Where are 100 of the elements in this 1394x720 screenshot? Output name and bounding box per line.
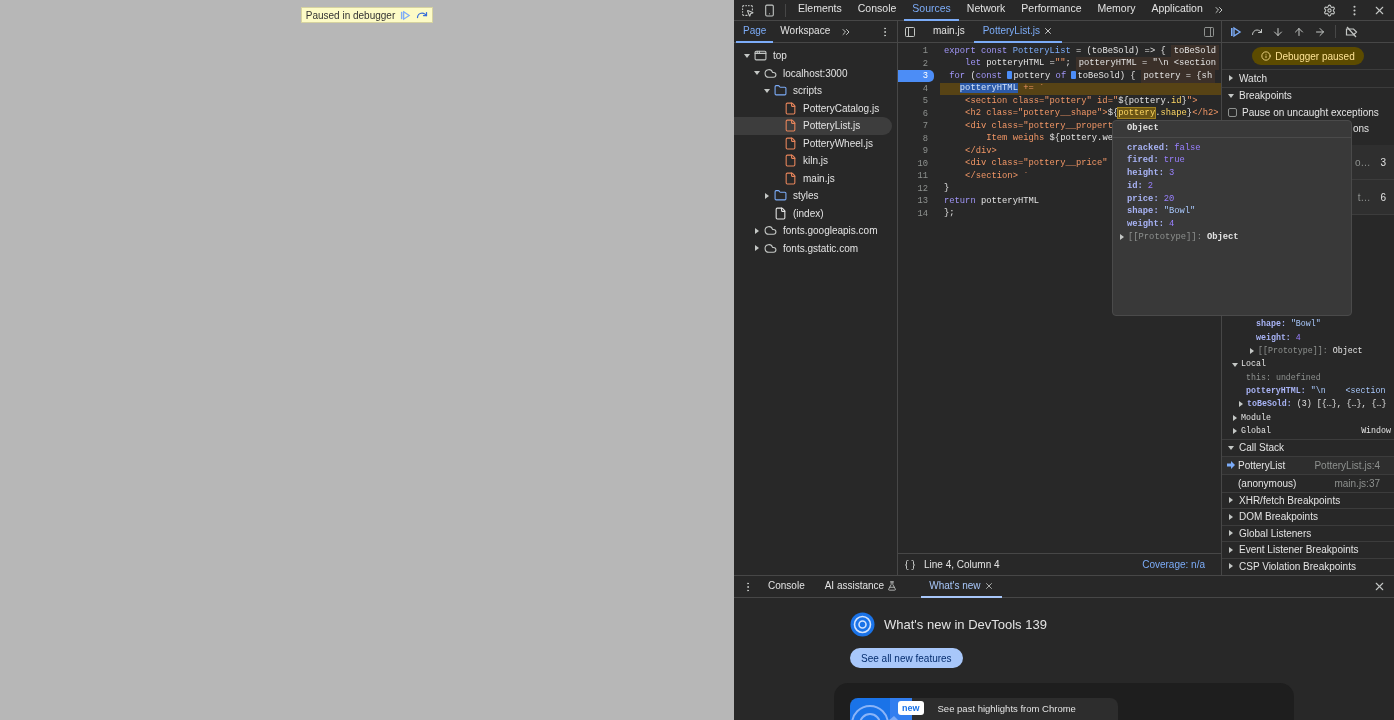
close-tab-icon[interactable] (1042, 25, 1053, 36)
section-header[interactable]: XHR/fetch Breakpoints (1222, 491, 1394, 509)
step-out-icon[interactable] (1293, 25, 1305, 38)
info-icon (1261, 51, 1272, 61)
panel-tab[interactable]: Elements (790, 0, 850, 21)
scope-header[interactable]: Local (1222, 357, 1394, 372)
section-header[interactable]: Global Listeners (1222, 524, 1394, 542)
line-number[interactable]: 1 (898, 45, 934, 58)
disclosure-triangle-icon[interactable] (1232, 428, 1238, 434)
disclosure-triangle-icon[interactable] (764, 192, 770, 199)
section-header[interactable]: Watch (1222, 69, 1394, 87)
checkbox[interactable] (1228, 108, 1237, 117)
tree-item[interactable]: scripts (734, 82, 892, 100)
inspect-icon[interactable] (741, 3, 754, 17)
disclosure-triangle-icon[interactable] (1228, 92, 1234, 99)
breakpoint-line: 3 (1380, 155, 1386, 170)
code-text: <h2 class="pottery__shape">${pottery.shape}</h2> (964, 107, 1219, 121)
line-number[interactable]: 4 (898, 82, 934, 95)
navigator-tab[interactable]: Workspace (773, 20, 838, 43)
scope-variable: potteryHTML: "\n <section (1246, 384, 1386, 397)
scope-header[interactable]: Module (1222, 411, 1394, 425)
scope-header[interactable]: Global Window (1222, 424, 1394, 438)
disclosure-triangle-icon[interactable] (754, 227, 760, 234)
step-icon[interactable] (1314, 25, 1326, 38)
line-number[interactable]: 10 (898, 157, 934, 170)
cloud-icon (764, 66, 777, 80)
navigator-tab[interactable]: Page (736, 20, 774, 43)
disclosure-triangle-icon[interactable] (1232, 414, 1238, 421)
disclosure-triangle-icon[interactable] (1228, 563, 1234, 570)
disclosure-triangle-icon[interactable] (1228, 546, 1234, 553)
line-number[interactable]: 6 (898, 107, 934, 120)
line-number[interactable]: 9 (898, 145, 934, 158)
toggle-sidebar-icon[interactable] (1203, 25, 1215, 38)
section-header[interactable]: Event Listener Breakpoints (1222, 541, 1394, 558)
tree-item[interactable]: kiln.js (734, 152, 892, 170)
panel-tab[interactable]: Application (1143, 0, 1211, 21)
close-icon[interactable] (1373, 580, 1386, 593)
call-frame[interactable]: PotteryList PotteryList.js:4 (1222, 455, 1394, 474)
more-tabs-icon[interactable] (1212, 4, 1225, 16)
disclosure-triangle-icon[interactable] (754, 70, 760, 77)
step-over-icon[interactable] (416, 9, 429, 21)
drawer-tab[interactable]: What's new (921, 576, 1002, 598)
settings-icon[interactable] (1323, 3, 1336, 17)
disclosure-triangle-icon[interactable] (1232, 361, 1238, 368)
section-header[interactable]: Call Stack (1222, 438, 1394, 456)
close-tab-icon[interactable] (983, 580, 994, 591)
code-text: <section class="pottery" id="${pottery.id}"> (964, 94, 1198, 108)
disclosure-triangle-icon[interactable] (754, 245, 760, 252)
line-number[interactable]: 2 (898, 57, 934, 70)
step-into-icon[interactable] (1272, 25, 1284, 38)
line-number[interactable]: 14 (898, 207, 934, 220)
pretty-print-icon[interactable] (904, 558, 916, 571)
panel-tab[interactable]: Sources (904, 0, 959, 21)
panel-tab[interactable]: Performance (1013, 0, 1090, 21)
disclosure-triangle-icon[interactable] (1238, 401, 1244, 408)
disclosure-triangle-icon[interactable] (1228, 513, 1234, 520)
resume-icon[interactable] (1230, 25, 1242, 38)
line-number[interactable]: 7 (898, 120, 934, 133)
object-property: shape: "Bowl" (1256, 318, 1321, 331)
line-number[interactable]: 11 (898, 170, 934, 183)
drawer-tab[interactable]: AI assistance (816, 576, 906, 598)
tree-item[interactable]: main.js (734, 169, 892, 187)
line-number[interactable]: 12 (898, 182, 934, 195)
disclosure-triangle-icon[interactable] (744, 52, 750, 59)
panel-tab[interactable]: Network (958, 0, 1014, 21)
tree-item[interactable]: fonts.googleapis.com (734, 222, 892, 240)
tree-item[interactable]: localhost:3000 (734, 64, 892, 82)
call-frame[interactable]: (anonymous) main.js:37 (1222, 473, 1394, 492)
see-all-features-button[interactable]: See all new features (850, 648, 963, 668)
section-header[interactable]: CSP Violation Breakpoints (1222, 557, 1394, 575)
file-tab[interactable]: main.js (924, 20, 974, 43)
line-number[interactable]: 8 (898, 132, 934, 145)
highlight-text: See past highlights from Chrome (937, 701, 1076, 716)
disclosure-triangle-icon[interactable] (1119, 234, 1125, 241)
tree-item[interactable]: top (734, 47, 892, 65)
disclosure-triangle-icon[interactable] (1228, 444, 1234, 451)
tree-item[interactable]: PotteryWheel.js (734, 134, 892, 152)
tree-item[interactable]: PotteryList.js (734, 117, 892, 135)
panel-tab[interactable]: Memory (1089, 0, 1144, 21)
tree-item[interactable]: PotteryCatalog.js (734, 99, 892, 117)
toggle-navigator-icon[interactable] (904, 25, 916, 38)
tree-item[interactable]: styles (734, 187, 892, 205)
coverage-link[interactable]: Coverage: n/a (1142, 557, 1205, 572)
section-header[interactable]: Breakpoints (1222, 86, 1394, 104)
line-number[interactable]: 5 (898, 95, 934, 108)
line-number[interactable]: 13 (898, 195, 934, 208)
drawer-tab[interactable]: Console (760, 576, 813, 598)
panel-tab[interactable]: Console (849, 0, 905, 21)
disclosure-triangle-icon[interactable] (764, 87, 770, 94)
tree-item[interactable]: (index) (734, 204, 892, 222)
disclosure-triangle-icon[interactable] (1228, 497, 1234, 504)
section-header[interactable]: DOM Breakpoints (1222, 508, 1394, 525)
deactivate-breakpoints-icon[interactable] (1345, 25, 1358, 38)
device-icon[interactable] (763, 3, 776, 17)
disclosure-triangle-icon[interactable] (1249, 348, 1255, 355)
highlight-item[interactable]: new See past highlights from Chrome (850, 697, 1118, 720)
disclosure-triangle-icon[interactable] (1228, 530, 1234, 537)
disclosure-triangle-icon[interactable] (1228, 75, 1234, 82)
file-tab[interactable]: PotteryList.js (973, 20, 1062, 43)
tree-item[interactable]: fonts.gstatic.com (734, 239, 892, 257)
